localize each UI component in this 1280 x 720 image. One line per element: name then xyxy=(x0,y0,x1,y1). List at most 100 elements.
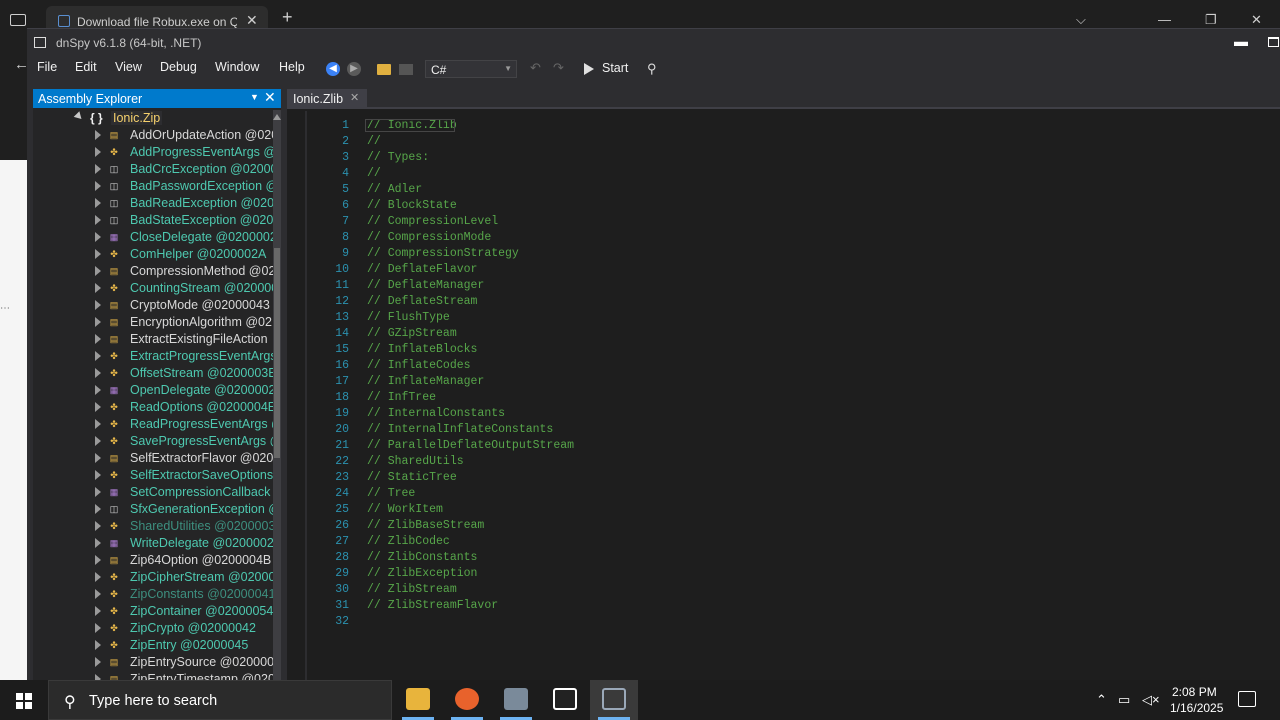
tree-item[interactable]: ▤ AddOrUpdateAction @020 xyxy=(33,127,273,144)
new-tab-button[interactable]: + xyxy=(282,8,293,26)
tree-item[interactable]: ▤ EncryptionAlgorithm @02 xyxy=(33,314,273,331)
collapsed-arrow-icon[interactable] xyxy=(95,436,101,446)
tree-item[interactable]: ◫ BadStateException @0200 xyxy=(33,212,273,229)
chevron-up-icon[interactable]: ⌃ xyxy=(1096,692,1107,708)
tree-item[interactable]: ✤ ComHelper @0200002A xyxy=(33,246,273,263)
tree-item[interactable]: ✤ SelfExtractorSaveOptions xyxy=(33,467,273,484)
minimize-icon[interactable]: — xyxy=(1158,12,1171,27)
collapsed-arrow-icon[interactable] xyxy=(95,385,101,395)
tree-item[interactable]: ✤ ZipEntry @02000045 xyxy=(33,637,273,654)
browser-tabs-icon[interactable] xyxy=(10,14,26,26)
windows-start-icon[interactable] xyxy=(16,693,32,709)
collapsed-arrow-icon[interactable] xyxy=(95,555,101,565)
clock-time[interactable]: 2:08 PM xyxy=(1172,685,1217,699)
tab-ionic-zlib[interactable]: Ionic.Zlib ✕ xyxy=(287,89,367,109)
tree-item[interactable]: ▦ WriteDelegate @0200002C xyxy=(33,535,273,552)
restore-icon[interactable]: ❐ xyxy=(1205,12,1217,28)
collapsed-arrow-icon[interactable] xyxy=(95,130,101,140)
start-button[interactable]: Start xyxy=(602,61,628,75)
collapsed-arrow-icon[interactable] xyxy=(95,300,101,310)
tree-item[interactable]: ✤ CountingStream @020000 xyxy=(33,280,273,297)
collapsed-arrow-icon[interactable] xyxy=(95,334,101,344)
menu-debug[interactable]: Debug xyxy=(160,60,197,74)
tree-item[interactable]: ▤ Zip64Option @0200004B xyxy=(33,552,273,569)
taskbar-search[interactable]: ⚲ Type here to search xyxy=(48,680,392,720)
menu-edit[interactable]: Edit xyxy=(75,60,97,74)
tree-item[interactable]: ▦ CloseDelegate @0200002E xyxy=(33,229,273,246)
menu-view[interactable]: View xyxy=(115,60,142,74)
scroll-up-icon[interactable] xyxy=(273,114,281,120)
taskbar-app-firefox[interactable] xyxy=(443,680,491,720)
maximize-icon[interactable] xyxy=(1268,37,1279,47)
collapsed-arrow-icon[interactable] xyxy=(95,589,101,599)
collapsed-arrow-icon[interactable] xyxy=(95,504,101,514)
collapsed-arrow-icon[interactable] xyxy=(95,351,101,361)
save-icon[interactable] xyxy=(399,64,413,75)
collapsed-arrow-icon[interactable] xyxy=(95,249,101,259)
collapsed-arrow-icon[interactable] xyxy=(95,266,101,276)
tree-item[interactable]: ✤ ExtractProgressEventArgs xyxy=(33,348,273,365)
volume-muted-icon[interactable]: ◁× xyxy=(1142,692,1160,708)
collapsed-arrow-icon[interactable] xyxy=(95,538,101,548)
tree-item[interactable]: ✤ ZipCipherStream @020000 xyxy=(33,569,273,586)
tree-item[interactable]: ▤ CryptoMode @02000043 xyxy=(33,297,273,314)
explorer-scrollbar[interactable] xyxy=(273,110,281,681)
language-select[interactable]: C# ▼ xyxy=(425,60,517,78)
tree-item[interactable]: ✤ AddProgressEventArgs @ xyxy=(33,144,273,161)
chevron-down-icon[interactable]: ▼ xyxy=(250,92,259,102)
tree-item[interactable]: ▤ ExtractExistingFileAction xyxy=(33,331,273,348)
tree-item[interactable]: ✤ ZipConstants @02000041 xyxy=(33,586,273,603)
notifications-icon[interactable] xyxy=(1238,691,1256,707)
tree-item[interactable]: ✤ ZipContainer @02000054 xyxy=(33,603,273,620)
tree-item[interactable]: ▤ ZipEntrySource @0200004 xyxy=(33,654,273,671)
collapsed-arrow-icon[interactable] xyxy=(95,368,101,378)
collapsed-arrow-icon[interactable] xyxy=(95,470,101,480)
close-icon[interactable]: ✕ xyxy=(1251,12,1262,28)
collapsed-arrow-icon[interactable] xyxy=(95,419,101,429)
tree-item[interactable]: ▦ OpenDelegate @0200002D xyxy=(33,382,273,399)
scroll-thumb[interactable] xyxy=(274,248,280,458)
collapsed-arrow-icon[interactable] xyxy=(95,164,101,174)
close-icon[interactable]: ✕ xyxy=(246,12,258,29)
search-icon[interactable]: ⚲ xyxy=(647,61,657,77)
taskbar-app-task-view-active[interactable] xyxy=(590,680,638,720)
collapsed-arrow-icon[interactable] xyxy=(95,402,101,412)
play-icon[interactable] xyxy=(584,63,594,75)
tree-item[interactable]: ✤ ReadProgressEventArgs @ xyxy=(33,416,273,433)
collapsed-arrow-icon[interactable] xyxy=(95,623,101,633)
tree-item[interactable]: ✤ OffsetStream @0200003E xyxy=(33,365,273,382)
open-folder-icon[interactable] xyxy=(377,64,391,75)
chevron-down-icon[interactable]: ⌵ xyxy=(1076,12,1086,28)
minimize-icon[interactable]: ▬ xyxy=(1234,33,1248,49)
tree-root-node[interactable]: { } Ionic.Zip xyxy=(33,110,273,127)
redo-icon[interactable]: ↷ xyxy=(553,60,567,75)
collapsed-arrow-icon[interactable] xyxy=(95,147,101,157)
close-icon[interactable]: ✕ xyxy=(264,89,276,106)
collapsed-arrow-icon[interactable] xyxy=(95,198,101,208)
tree-item[interactable]: ◫ BadCrcException @02000 xyxy=(33,161,273,178)
taskbar-app-7zip[interactable] xyxy=(541,680,589,720)
undo-icon[interactable]: ↶ xyxy=(530,60,544,75)
tree-item[interactable]: ✤ SharedUtilities @0200003F xyxy=(33,518,273,535)
tree-item[interactable]: ◫ BadPasswordException @ xyxy=(33,178,273,195)
collapsed-arrow-icon[interactable] xyxy=(95,606,101,616)
collapsed-arrow-icon[interactable] xyxy=(95,215,101,225)
collapsed-arrow-icon[interactable] xyxy=(95,181,101,191)
expanded-arrow-icon[interactable] xyxy=(73,111,85,122)
tree-item[interactable]: ▦ SetCompressionCallback xyxy=(33,484,273,501)
collapsed-arrow-icon[interactable] xyxy=(95,232,101,242)
collapsed-arrow-icon[interactable] xyxy=(95,487,101,497)
clock-date[interactable]: 1/16/2025 xyxy=(1170,701,1223,715)
collapsed-arrow-icon[interactable] xyxy=(95,283,101,293)
collapsed-arrow-icon[interactable] xyxy=(95,521,101,531)
tree-item[interactable]: ◫ BadReadException @0200 xyxy=(33,195,273,212)
code-view[interactable]: 1// Ionic.Zlib 2 // 3 // Types: 4 // 5 // Adler 6… xyxy=(307,111,1280,681)
menu-help[interactable]: Help xyxy=(279,60,305,74)
network-icon[interactable]: ▭ xyxy=(1118,692,1130,708)
collapsed-arrow-icon[interactable] xyxy=(95,453,101,463)
collapsed-arrow-icon[interactable] xyxy=(95,317,101,327)
tree-item[interactable]: ◫ SfxGenerationException @ xyxy=(33,501,273,518)
menu-file[interactable]: File xyxy=(37,60,57,74)
close-icon[interactable]: ✕ xyxy=(350,91,359,104)
tree-item[interactable]: ▤ SelfExtractorFlavor @0200 xyxy=(33,450,273,467)
